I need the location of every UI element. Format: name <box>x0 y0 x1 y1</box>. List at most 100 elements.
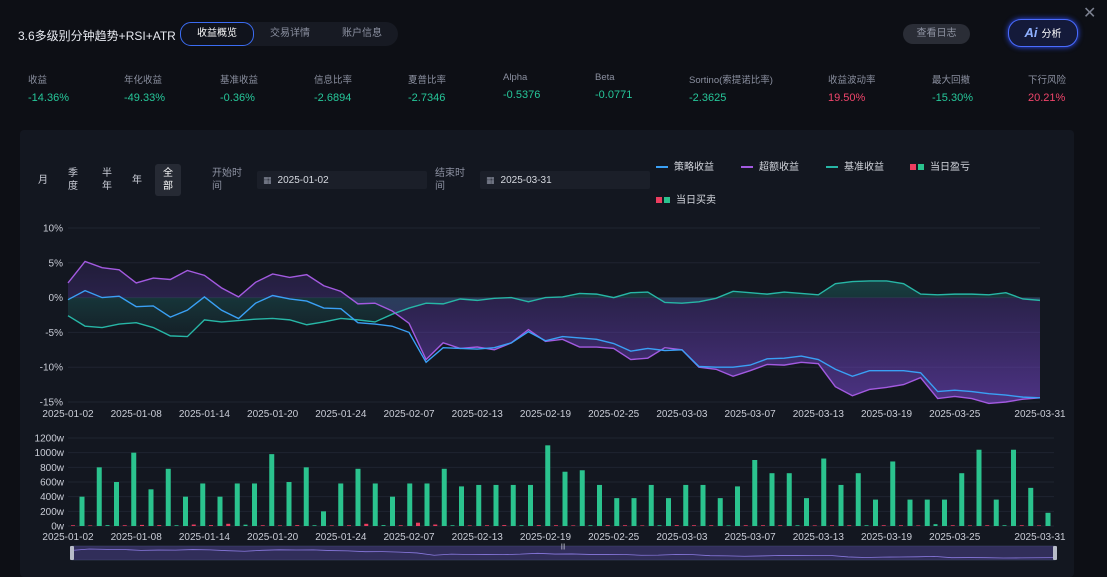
trade-bar <box>148 489 154 526</box>
trade-bar <box>217 496 223 526</box>
pnl-bar <box>881 525 886 526</box>
pnl-bar <box>899 525 903 526</box>
pnl-bar <box>467 525 472 526</box>
pnl-bar <box>347 525 351 526</box>
pnl-bar <box>278 525 282 526</box>
pnl-bar <box>1002 525 1007 526</box>
bar-y-tick-label: 0w <box>51 522 65 533</box>
pnl-bar <box>605 525 610 526</box>
x-tick-label: 2025-02-19 <box>520 409 572 420</box>
trade-bar <box>735 486 740 526</box>
trade-bar <box>614 498 620 526</box>
pnl-bar <box>105 525 110 526</box>
pnl-bar <box>381 525 386 526</box>
slider-handle-right[interactable] <box>1053 546 1057 560</box>
pnl-bar <box>726 525 731 526</box>
pnl-bar <box>312 525 317 526</box>
trade-bar <box>234 483 240 526</box>
trade-bar <box>372 483 378 526</box>
pnl-bar <box>657 525 662 526</box>
pnl-bar <box>71 525 75 526</box>
y-axis-ticks: 10% 5% 0% -5% -10% -15% <box>40 224 63 409</box>
bar-x-tick-label: 2025-03-19 <box>861 532 913 543</box>
pnl-bar <box>398 525 403 526</box>
pnl-bar <box>554 525 558 526</box>
x-tick-label: 2025-02-25 <box>588 409 640 420</box>
pnl-bar <box>122 525 127 526</box>
trade-bar <box>666 498 671 526</box>
x-tick-label: 2025-03-13 <box>793 409 845 420</box>
pnl-bar <box>916 525 921 526</box>
trade-bar <box>528 484 533 526</box>
pnl-bar <box>1019 525 1024 526</box>
trade-bar <box>597 484 602 526</box>
x-tick-label: 2025-01-20 <box>247 409 299 420</box>
bar-y-tick-label: 400w <box>40 492 65 503</box>
trade-bar <box>855 473 861 526</box>
trade-bar <box>907 499 913 526</box>
trade-bar <box>579 470 585 526</box>
pnl-bar <box>847 525 852 526</box>
trade-bar <box>993 499 999 526</box>
trade-bar <box>338 483 344 526</box>
pnl-bar <box>295 525 300 526</box>
trade-bar <box>1045 512 1051 526</box>
trade-bar <box>838 484 844 526</box>
pnl-bar <box>933 524 938 526</box>
pnl-bar <box>640 525 645 526</box>
trade-bar <box>924 499 930 526</box>
trade-bar <box>786 473 792 526</box>
trade-bar <box>752 460 758 526</box>
bar-x-tick-label: 2025-03-03 <box>656 532 708 543</box>
pnl-bar <box>485 525 489 526</box>
bar-x-tick-label: 2025-02-25 <box>588 532 640 543</box>
bar-x-axis-ticks: 2025-01-02 2025-01-08 2025-01-14 2025-01-20… <box>42 532 1066 543</box>
trade-bar <box>183 496 188 526</box>
trade-bar <box>545 445 551 526</box>
bar-y-tick-label: 800w <box>40 463 65 474</box>
trade-bar <box>321 511 326 526</box>
bar-x-tick-label: 2025-03-25 <box>929 532 981 543</box>
trade-bar <box>286 482 292 526</box>
trade-bar <box>959 473 965 526</box>
pnl-bar <box>692 525 696 526</box>
x-tick-label: 2025-02-07 <box>383 409 435 420</box>
pnl-bar <box>519 525 524 526</box>
bar-grid-lines <box>68 437 1054 527</box>
bar-y-tick-label: 1200w <box>35 434 65 445</box>
pnl-bar <box>950 525 955 526</box>
bar-series <box>71 445 1051 526</box>
trade-bar <box>700 484 706 526</box>
pnl-bar <box>1037 525 1041 526</box>
x-tick-label: 2025-03-03 <box>656 409 708 420</box>
bar-x-tick-label: 2025-03-13 <box>793 532 845 543</box>
trade-bar <box>114 482 119 526</box>
x-tick-label: 2025-03-25 <box>929 409 981 420</box>
pnl-bar <box>623 525 627 526</box>
bar-x-tick-label: 2025-02-07 <box>383 532 435 543</box>
pnl-bar <box>812 525 817 526</box>
bar-x-tick-label: 2025-01-14 <box>179 532 231 543</box>
trade-bar <box>355 468 361 526</box>
slider-handle-left[interactable] <box>70 546 74 560</box>
trade-bar <box>424 483 430 526</box>
trade-bar <box>942 499 947 526</box>
y-tick-label: 10% <box>43 224 63 235</box>
trade-bar <box>1011 449 1016 526</box>
trade-bar <box>510 484 516 526</box>
returns-chart: 10%5%0%-5%-10%-15% 2025-01-02 2025-01-08 2… <box>35 224 1066 561</box>
trade-bar <box>269 454 275 526</box>
y-tick-label: -10% <box>40 363 63 374</box>
trade-bar <box>821 458 827 526</box>
pnl-bar <box>795 525 800 526</box>
zoom-slider: ||| <box>70 544 1057 561</box>
x-tick-label: 2025-03-07 <box>725 409 777 420</box>
trade-bar <box>562 471 568 526</box>
trade-bar <box>717 498 723 526</box>
x-tick-label: 2025-01-02 <box>42 409 94 420</box>
bar-x-tick-label: 2025-03-31 <box>1014 532 1066 543</box>
x-tick-label: 2025-02-13 <box>452 409 504 420</box>
x-tick-label: 2025-01-14 <box>179 409 231 420</box>
trade-bar <box>200 483 206 526</box>
x-axis-ticks: 2025-01-02 2025-01-08 2025-01-14 2025-01-20… <box>42 409 1066 420</box>
